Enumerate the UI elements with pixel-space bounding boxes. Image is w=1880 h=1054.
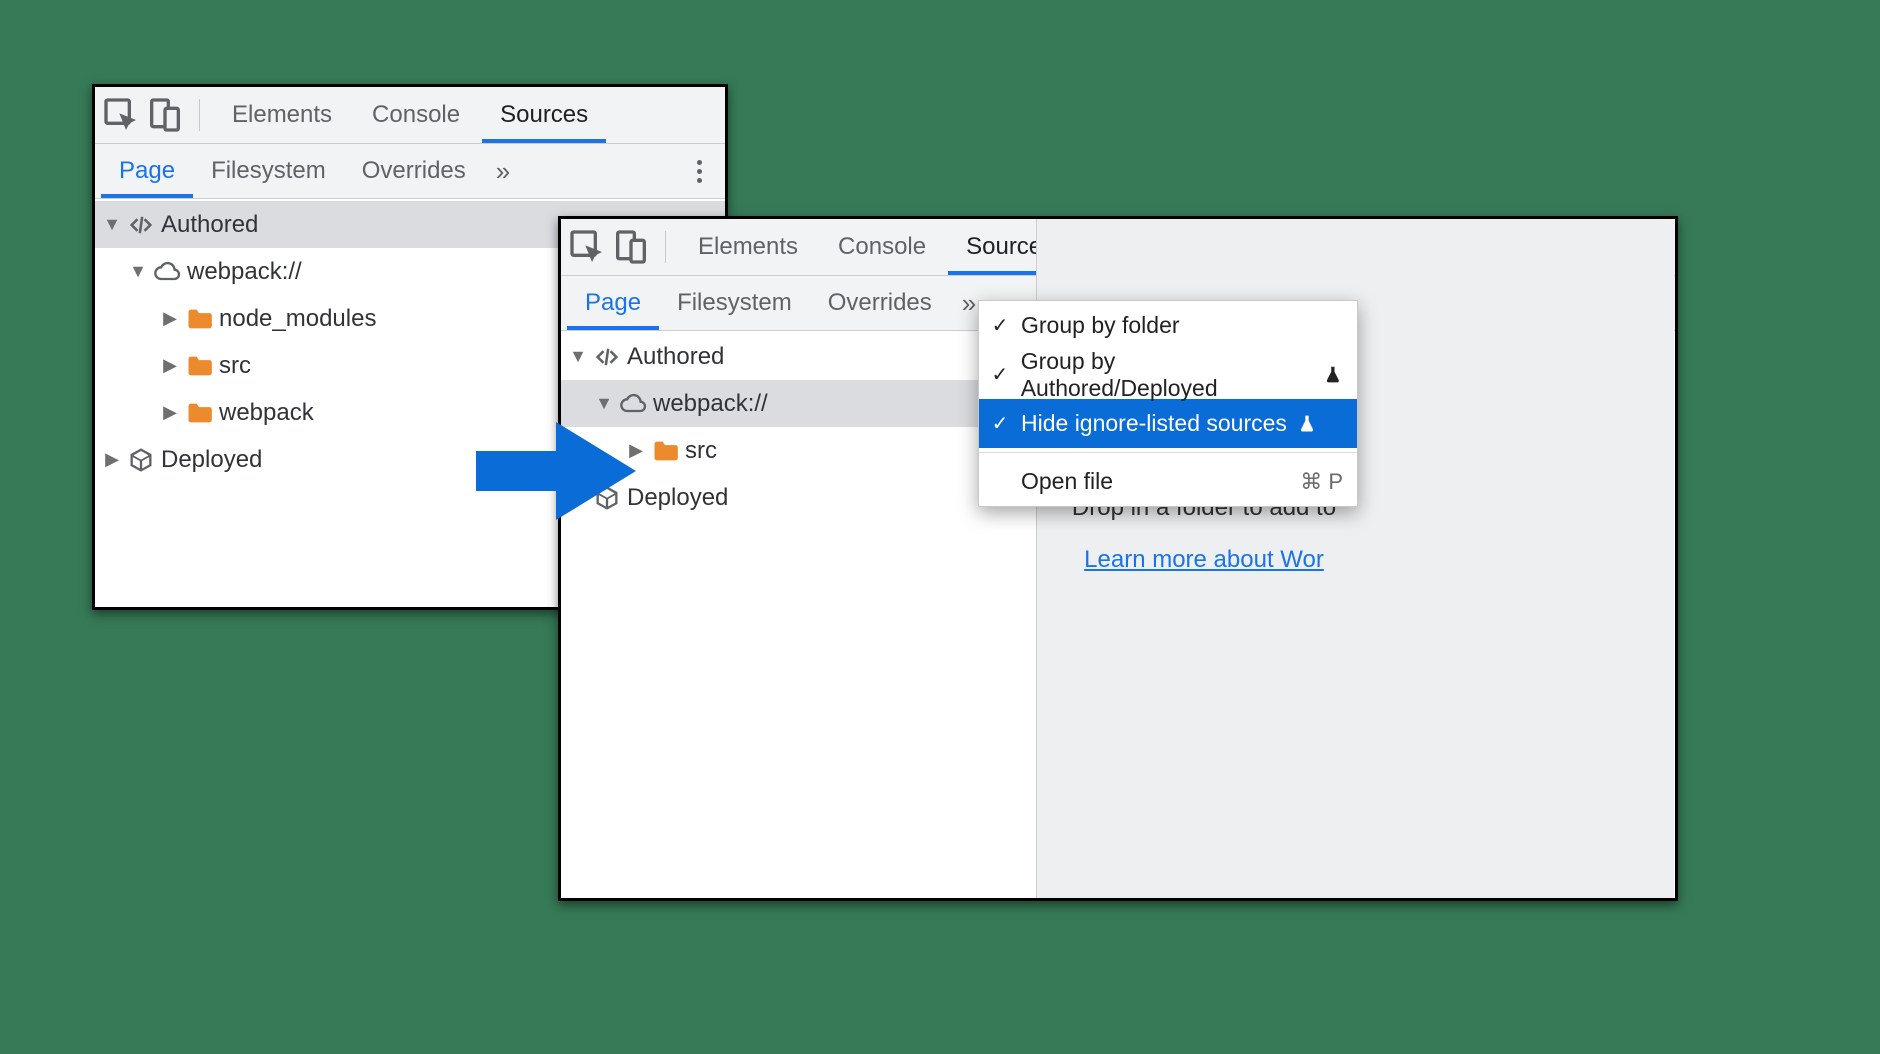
tree-node-authored[interactable]: ▼ Authored: [561, 333, 1039, 380]
menu-item-group-by-folder[interactable]: ✓ Group by folder: [979, 301, 1357, 350]
menu-label: Group by folder: [1021, 312, 1180, 339]
tab-console[interactable]: Console: [820, 219, 944, 275]
experiment-flask-icon: [1297, 414, 1317, 434]
menu-item-open-file[interactable]: Open file ⌘ P: [979, 457, 1357, 506]
code-icon: [127, 211, 155, 239]
folder-icon: [651, 437, 679, 465]
subtab-overrides[interactable]: Overrides: [810, 276, 950, 330]
tab-elements[interactable]: Elements: [214, 87, 350, 143]
subtab-filesystem[interactable]: Filesystem: [193, 144, 344, 198]
subtab-page[interactable]: Page: [101, 144, 193, 198]
tree-label: Authored: [627, 343, 724, 371]
tree-label: src: [685, 437, 717, 465]
cube-icon: [593, 484, 621, 512]
tree-label: node_modules: [219, 305, 376, 333]
cube-icon: [127, 446, 155, 474]
experiment-flask-icon: [1323, 365, 1343, 385]
tree-node-deployed[interactable]: ▶ Deployed: [561, 474, 1039, 521]
folder-icon: [185, 352, 213, 380]
folder-icon: [185, 305, 213, 333]
tree-node-folder[interactable]: ▶ src: [561, 427, 1039, 474]
device-toggle-icon[interactable]: [611, 227, 651, 267]
menu-label: Group by Authored/Deployed: [1021, 348, 1314, 402]
tree-label: Authored: [161, 211, 258, 239]
cloud-icon: [153, 258, 181, 286]
tab-elements[interactable]: Elements: [680, 219, 816, 275]
tree-label: src: [219, 352, 251, 380]
folder-icon: [185, 399, 213, 427]
device-toggle-icon[interactable]: [145, 95, 185, 135]
menu-label: Open file: [1021, 468, 1113, 495]
top-toolbar: Elements Console Sources: [95, 87, 725, 144]
sources-sub-toolbar: Page Filesystem Overrides »: [95, 144, 725, 199]
menu-item-group-by-authored-deployed[interactable]: ✓ Group by Authored/Deployed: [979, 350, 1357, 399]
tree-label: webpack://: [187, 258, 302, 286]
inspect-icon[interactable]: [101, 95, 141, 135]
tree-label: webpack://: [653, 390, 768, 418]
file-tree: ▼ Authored ▼ webpack:// ▶ src ▶ Deployed: [561, 331, 1039, 898]
tree-label: webpack: [219, 399, 314, 427]
subtab-overrides[interactable]: Overrides: [344, 144, 484, 198]
tree-label: Deployed: [627, 484, 728, 512]
menu-item-hide-ignore-listed[interactable]: ✓ Hide ignore-listed sources: [979, 399, 1357, 448]
menu-label: Hide ignore-listed sources: [1021, 410, 1287, 437]
code-icon: [593, 343, 621, 371]
menu-separator: [979, 452, 1357, 453]
learn-more-link[interactable]: Learn more about Wor: [1044, 546, 1364, 574]
tree-label: Deployed: [161, 446, 262, 474]
more-tabs-chevron-icon[interactable]: »: [484, 144, 522, 198]
toolbar-separator: [199, 99, 200, 131]
keyboard-shortcut: ⌘ P: [1300, 469, 1343, 495]
subtab-filesystem[interactable]: Filesystem: [659, 276, 810, 330]
inspect-icon[interactable]: [567, 227, 607, 267]
tree-node-webpack[interactable]: ▼ webpack://: [561, 380, 1039, 427]
kebab-menu-icon[interactable]: [679, 151, 719, 191]
sources-options-menu: ✓ Group by folder ✓ Group by Authored/De…: [978, 300, 1358, 507]
subtab-page[interactable]: Page: [567, 276, 659, 330]
cloud-icon: [619, 390, 647, 418]
tab-console[interactable]: Console: [354, 87, 478, 143]
tab-sources[interactable]: Sources: [482, 87, 606, 143]
